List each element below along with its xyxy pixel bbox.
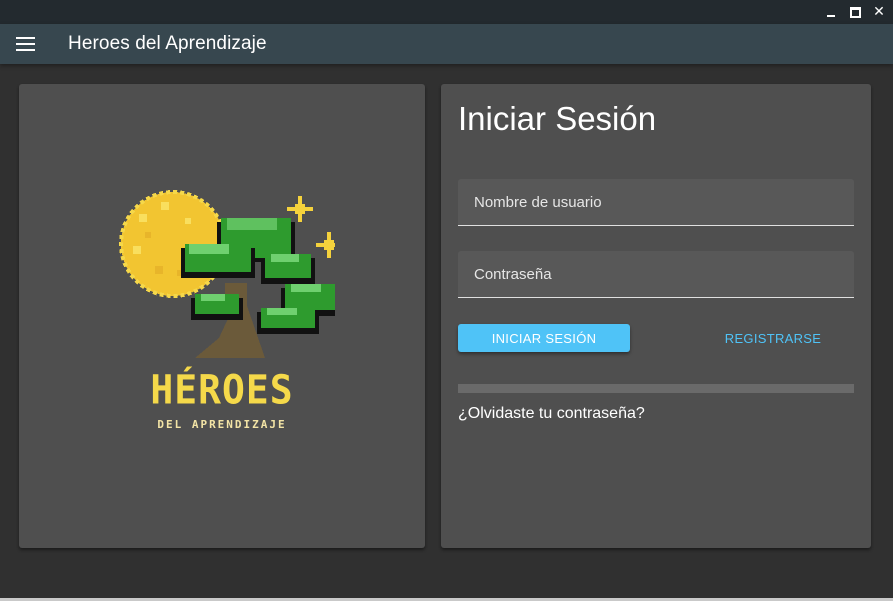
- close-icon: ✕: [873, 4, 885, 20]
- progress-bar: [458, 384, 854, 393]
- close-button[interactable]: ✕: [867, 3, 891, 21]
- maximize-button[interactable]: [843, 3, 867, 21]
- logo-subtitle: DEL APRENDIZAJE: [157, 418, 287, 431]
- window-controls: ✕: [819, 3, 891, 21]
- minimize-icon: [827, 15, 835, 17]
- hamburger-menu-icon[interactable]: [16, 36, 36, 52]
- maximize-icon: [849, 6, 861, 18]
- password-field[interactable]: [458, 251, 854, 298]
- forgot-password-link[interactable]: ¿Olvidaste tu contraseña?: [458, 405, 645, 423]
- heroes-logo-image: [119, 190, 335, 358]
- window-titlebar: ✕: [0, 0, 893, 24]
- app-bar: Heroes del Aprendizaje: [0, 24, 893, 64]
- username-input[interactable]: [458, 179, 854, 225]
- login-title: Iniciar Sesión: [458, 100, 657, 137]
- username-field[interactable]: [458, 179, 854, 226]
- login-button[interactable]: INICIAR SESIÓN: [458, 324, 630, 352]
- logo-title: HÉROES: [150, 366, 294, 414]
- login-card: Iniciar Sesión INICIAR SESIÓN REGISTRARS…: [441, 84, 871, 548]
- logo-card: HÉROES DEL APRENDIZAJE: [19, 84, 425, 548]
- password-input[interactable]: [458, 251, 854, 297]
- app-title: Heroes del Aprendizaje: [68, 33, 267, 54]
- register-button[interactable]: REGISTRARSE: [700, 324, 846, 352]
- minimize-button[interactable]: [819, 3, 843, 21]
